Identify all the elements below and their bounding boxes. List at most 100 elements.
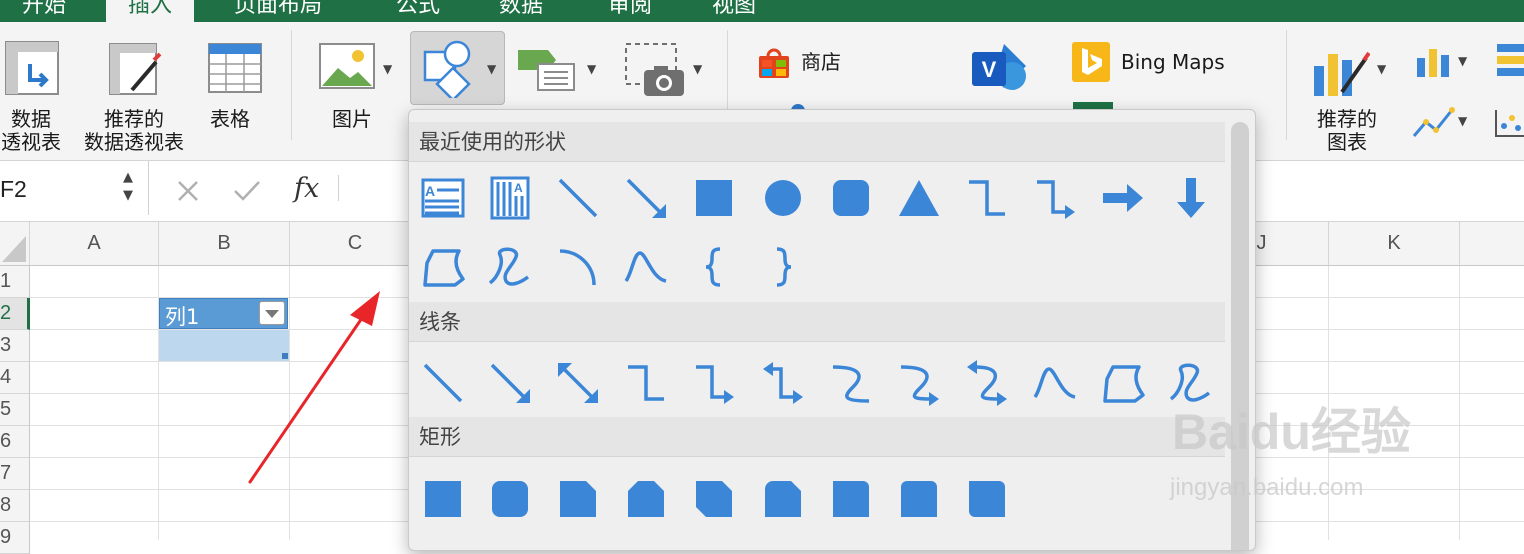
smartart-dropdown-icon[interactable]: ▼: [587, 62, 596, 76]
column-header-c[interactable]: C: [290, 222, 421, 266]
column-header-b[interactable]: B: [159, 222, 290, 266]
arc-icon[interactable]: [554, 243, 602, 291]
curve-icon[interactable]: [622, 243, 670, 291]
round-same-side-icon[interactable]: [895, 475, 943, 523]
elbow-arrow-connector-icon[interactable]: [1031, 174, 1079, 222]
freeform-icon[interactable]: [419, 243, 467, 291]
curved-arrow-connector-icon[interactable]: [895, 359, 943, 407]
elbow-arrow-connector-icon[interactable]: [690, 359, 738, 407]
elbow-double-arrow-connector-icon[interactable]: [759, 359, 807, 407]
filter-dropdown-button[interactable]: [259, 301, 285, 325]
right-arrow-icon[interactable]: [1099, 174, 1147, 222]
store-label[interactable]: 商店: [801, 51, 841, 74]
tab-view[interactable]: 视图: [712, 0, 756, 21]
elbow-connector-icon[interactable]: [622, 359, 670, 407]
line-chart-dropdown-icon[interactable]: ▼: [1458, 114, 1467, 128]
arrow-line-icon[interactable]: [622, 174, 670, 222]
shapes-button[interactable]: ▼: [410, 31, 505, 105]
row-header-1[interactable]: 1: [0, 266, 30, 298]
shapes-icon: [423, 40, 471, 98]
confirm-icon[interactable]: [232, 179, 262, 203]
snip-diagonal-icon[interactable]: [690, 475, 738, 523]
vertical-text-box-icon[interactable]: A: [486, 174, 534, 222]
tab-page-layout[interactable]: 页面布局: [234, 0, 322, 21]
arrow-line-icon[interactable]: [486, 359, 534, 407]
bar-chart-icon[interactable]: [1497, 42, 1524, 86]
rounded-rectangle-icon[interactable]: [486, 475, 534, 523]
text-box-icon[interactable]: A: [419, 174, 467, 222]
screenshot-dropdown-icon[interactable]: ▼: [693, 62, 702, 76]
row-header-4[interactable]: 4: [0, 362, 30, 394]
tab-data[interactable]: 数据: [499, 0, 543, 21]
rounded-rectangle-icon[interactable]: [827, 174, 875, 222]
name-box-stepper[interactable]: ▲ ▼: [123, 169, 133, 205]
column-chart-dropdown-icon[interactable]: ▼: [1458, 54, 1467, 68]
name-box-separator: [148, 161, 149, 215]
scatter-chart-icon[interactable]: [1494, 108, 1524, 142]
right-brace-icon[interactable]: [759, 243, 807, 291]
triangle-icon[interactable]: [895, 174, 943, 222]
down-arrow-icon[interactable]: [1167, 174, 1215, 222]
table-resize-handle[interactable]: [282, 353, 288, 359]
bing-maps-label[interactable]: Bing Maps: [1121, 51, 1225, 74]
bing-maps-icon[interactable]: [1071, 41, 1111, 87]
picture-icon[interactable]: [318, 42, 376, 94]
curve-icon[interactable]: [1031, 359, 1079, 407]
table-data-cell-b3[interactable]: [159, 330, 289, 361]
cancel-icon[interactable]: [176, 179, 200, 203]
pivot-table-icon[interactable]: [4, 40, 60, 100]
left-brace-icon[interactable]: [690, 243, 738, 291]
tab-review[interactable]: 审阅: [608, 0, 652, 21]
recommended-charts-icon[interactable]: [1312, 40, 1371, 102]
tab-insert[interactable]: 插入: [106, 0, 195, 22]
column-header-k[interactable]: K: [1329, 222, 1460, 266]
line-icon[interactable]: [419, 359, 467, 407]
row-header-7[interactable]: 7: [0, 458, 30, 490]
table-header-cell-b2[interactable]: 列1: [159, 298, 288, 329]
ribbon-separator: [291, 30, 292, 140]
smartart-icon[interactable]: [516, 48, 576, 96]
tab-home[interactable]: 开始: [22, 0, 66, 21]
row-header-6[interactable]: 6: [0, 426, 30, 458]
line-icon[interactable]: [554, 174, 602, 222]
store-icon[interactable]: [757, 48, 791, 84]
visio-icon[interactable]: V: [970, 40, 1030, 100]
round-single-corner-icon[interactable]: [827, 475, 875, 523]
row-header-5[interactable]: 5: [0, 394, 30, 426]
select-all-corner[interactable]: [0, 222, 30, 266]
snip-single-corner-icon[interactable]: [554, 475, 602, 523]
scribble-icon[interactable]: [486, 243, 534, 291]
table-label: 表格: [210, 107, 250, 131]
oval-icon[interactable]: [759, 174, 807, 222]
row-header-2[interactable]: 2: [0, 298, 30, 330]
row-header-9[interactable]: 9: [0, 522, 30, 554]
recommended-pivot-label-line2: 数据透视表: [84, 130, 184, 154]
recommended-pivot-icon[interactable]: [108, 42, 164, 102]
curved-double-arrow-connector-icon[interactable]: [963, 359, 1011, 407]
row-header-8[interactable]: 8: [0, 490, 30, 522]
elbow-connector-icon[interactable]: [963, 174, 1011, 222]
column-header-l[interactable]: [1460, 222, 1524, 266]
filter-arrow-icon: [265, 310, 279, 318]
column-header-a[interactable]: A: [30, 222, 159, 266]
insert-function-icon[interactable]: fx: [294, 173, 319, 204]
curved-connector-icon[interactable]: [827, 359, 875, 407]
shapes-dropdown-icon[interactable]: ▼: [487, 62, 496, 76]
table-icon[interactable]: [207, 42, 263, 98]
freeform-icon[interactable]: [1099, 359, 1147, 407]
snip-same-side-icon[interactable]: [622, 475, 670, 523]
row-header-3[interactable]: 3: [0, 330, 30, 362]
line-chart-icon[interactable]: [1412, 106, 1456, 144]
recommended-charts-dropdown-icon[interactable]: ▼: [1377, 62, 1386, 76]
pivot-table-label-line2: 透视表: [1, 130, 61, 154]
picture-dropdown-icon[interactable]: ▼: [383, 62, 392, 76]
screenshot-icon[interactable]: [624, 42, 688, 102]
double-arrow-line-icon[interactable]: [554, 359, 602, 407]
column-chart-icon[interactable]: [1416, 46, 1452, 82]
rectangle-icon[interactable]: [419, 475, 467, 523]
name-box[interactable]: F2: [0, 176, 27, 203]
tab-formulas[interactable]: 公式: [396, 0, 440, 21]
snip-round-corner-icon[interactable]: [759, 475, 807, 523]
round-diagonal-icon[interactable]: [963, 475, 1011, 523]
rectangle-icon[interactable]: [690, 174, 738, 222]
